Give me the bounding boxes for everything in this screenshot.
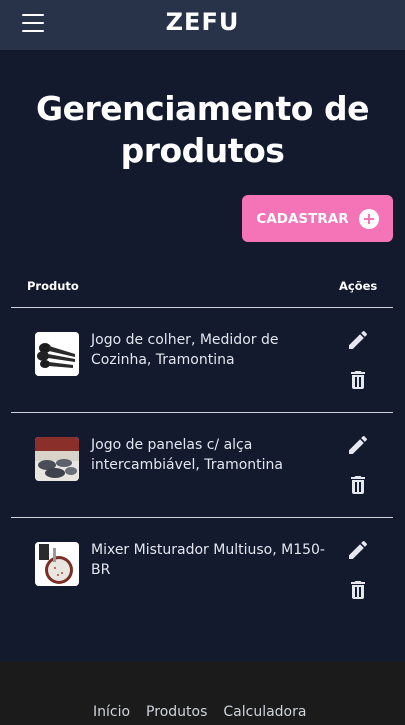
page-title: Gerenciamento de produtos	[36, 89, 369, 170]
table-row: Mixer Misturador Multiuso, M150-BR	[0, 518, 405, 622]
product-name: Jogo de panelas c/ alça intercambiável, …	[91, 437, 284, 473]
delete-trash-icon[interactable]	[346, 473, 370, 497]
delete-trash-icon[interactable]	[346, 368, 370, 392]
footer-link-produtos[interactable]: Produtos	[146, 704, 207, 720]
product-image	[35, 542, 79, 586]
table-row: Jogo de colher, Medidor de Cozinha, Tram…	[0, 308, 405, 412]
table-row: Jogo de panelas c/ alça intercambiável, …	[0, 413, 405, 517]
plus-circle-icon	[358, 208, 379, 229]
footer-link-inicio[interactable]: Início	[93, 704, 130, 720]
edit-pencil-icon[interactable]	[346, 433, 370, 457]
footer: Início Produtos Calculadora	[0, 661, 405, 725]
brand-logo[interactable]: ZEFU	[0, 8, 405, 36]
footer-link-calculadora[interactable]: Calculadora	[223, 704, 306, 720]
edit-pencil-icon[interactable]	[346, 328, 370, 352]
top-navbar: ZEFU	[0, 0, 405, 50]
product-name: Mixer Misturador Multiuso, M150-BR	[91, 542, 325, 578]
cadastrar-button[interactable]: CADASTRAR	[242, 195, 393, 242]
footer-nav: Início Produtos Calculadora	[93, 704, 322, 720]
column-header-produto: Produto	[27, 279, 79, 293]
delete-trash-icon[interactable]	[346, 578, 370, 602]
column-header-acoes: Ações	[339, 279, 378, 293]
product-name: Jogo de colher, Medidor de Cozinha, Tram…	[91, 332, 279, 368]
cadastrar-label: CADASTRAR	[256, 210, 349, 227]
product-image	[35, 437, 79, 481]
product-image	[35, 332, 79, 376]
edit-pencil-icon[interactable]	[346, 538, 370, 562]
